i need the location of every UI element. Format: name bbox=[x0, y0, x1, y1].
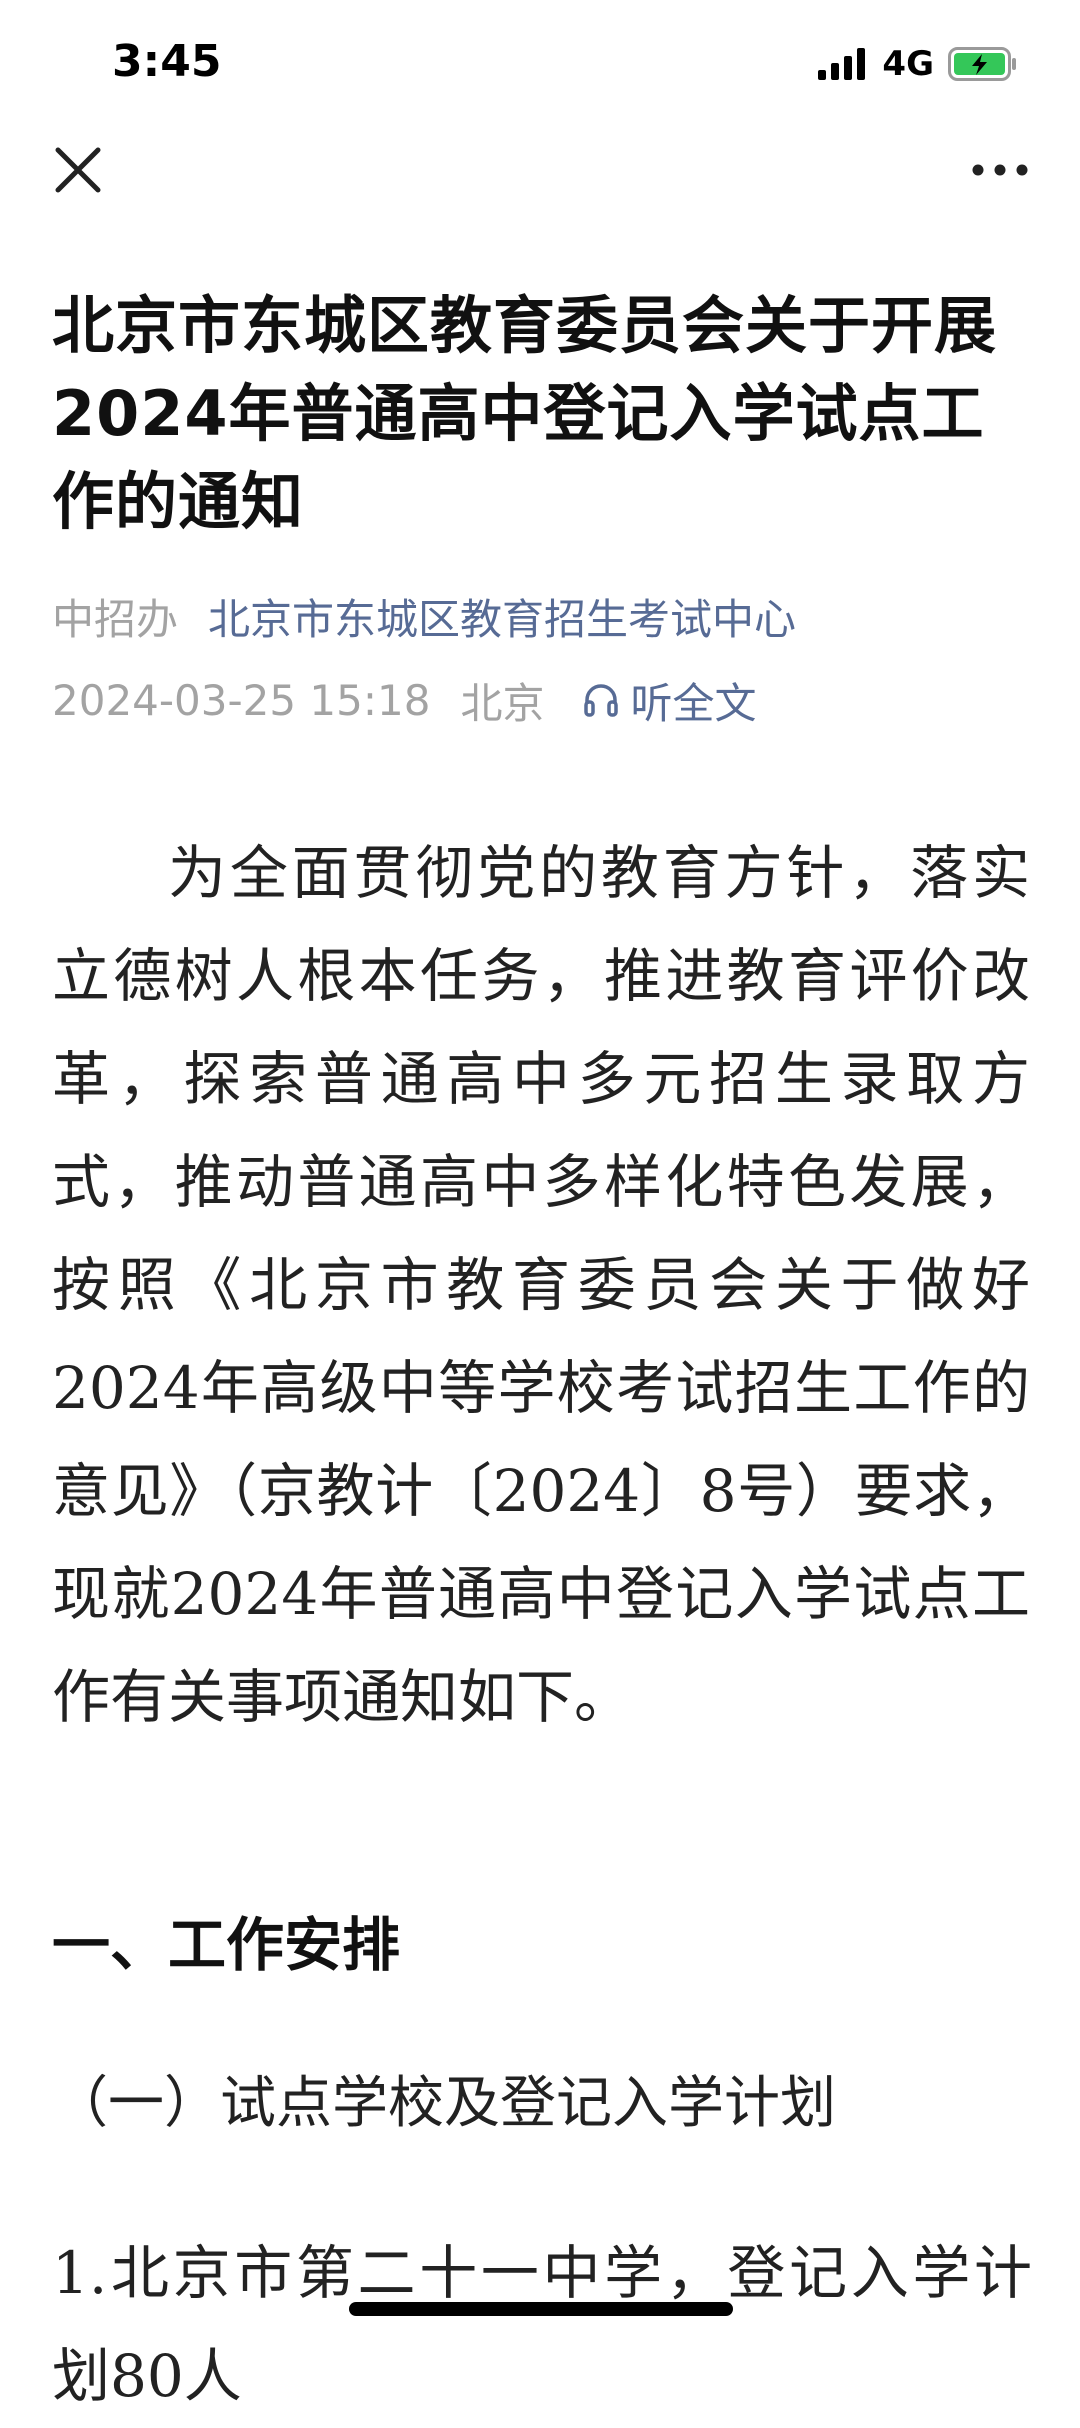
status-bar: 3:45 4G bbox=[0, 0, 1080, 120]
article-source-row: 中招办 北京市东城区教育招生考试中心 bbox=[52, 588, 796, 644]
article-meta-row: 2024-03-25 15:18 北京 听全文 bbox=[52, 672, 757, 728]
section-heading: 一、工作安排 bbox=[52, 1911, 401, 1979]
article-title: 北京市东城区教育委员会关于开展2024年普通高中登记入学试点工作的通知 bbox=[52, 289, 998, 538]
publish-location: 北京 bbox=[460, 678, 545, 728]
listen-label: 听全文 bbox=[630, 678, 757, 728]
signal-bars-icon bbox=[818, 48, 866, 80]
close-icon[interactable] bbox=[52, 144, 104, 196]
listen-full-text-button[interactable]: 听全文 bbox=[581, 670, 757, 731]
account-name-link[interactable]: 北京市东城区教育招生考试中心 bbox=[208, 586, 796, 647]
status-indicators: 4G bbox=[818, 44, 1018, 84]
more-icon[interactable] bbox=[970, 150, 1030, 190]
battery-charging-icon bbox=[948, 47, 1016, 81]
publish-datetime: 2024-03-25 15:18 bbox=[52, 675, 431, 725]
sub-heading: （一）试点学校及登记入学计划 bbox=[52, 2071, 836, 2136]
article-intro-paragraph: 为全面贯彻党的教育方针，落实立德树人根本任务，推进教育评价改革，探索普通高中多元… bbox=[52, 839, 1030, 1731]
headphones-icon bbox=[583, 684, 618, 717]
home-indicator[interactable] bbox=[349, 2302, 733, 2316]
top-nav-bar bbox=[0, 120, 1080, 230]
list-item: 1.北京市第二十一中学，登记入学计划80人 bbox=[52, 2239, 1032, 2410]
status-time: 3:45 bbox=[112, 36, 222, 87]
article-source: 中招办 bbox=[52, 594, 179, 644]
network-type: 4G bbox=[882, 44, 934, 84]
